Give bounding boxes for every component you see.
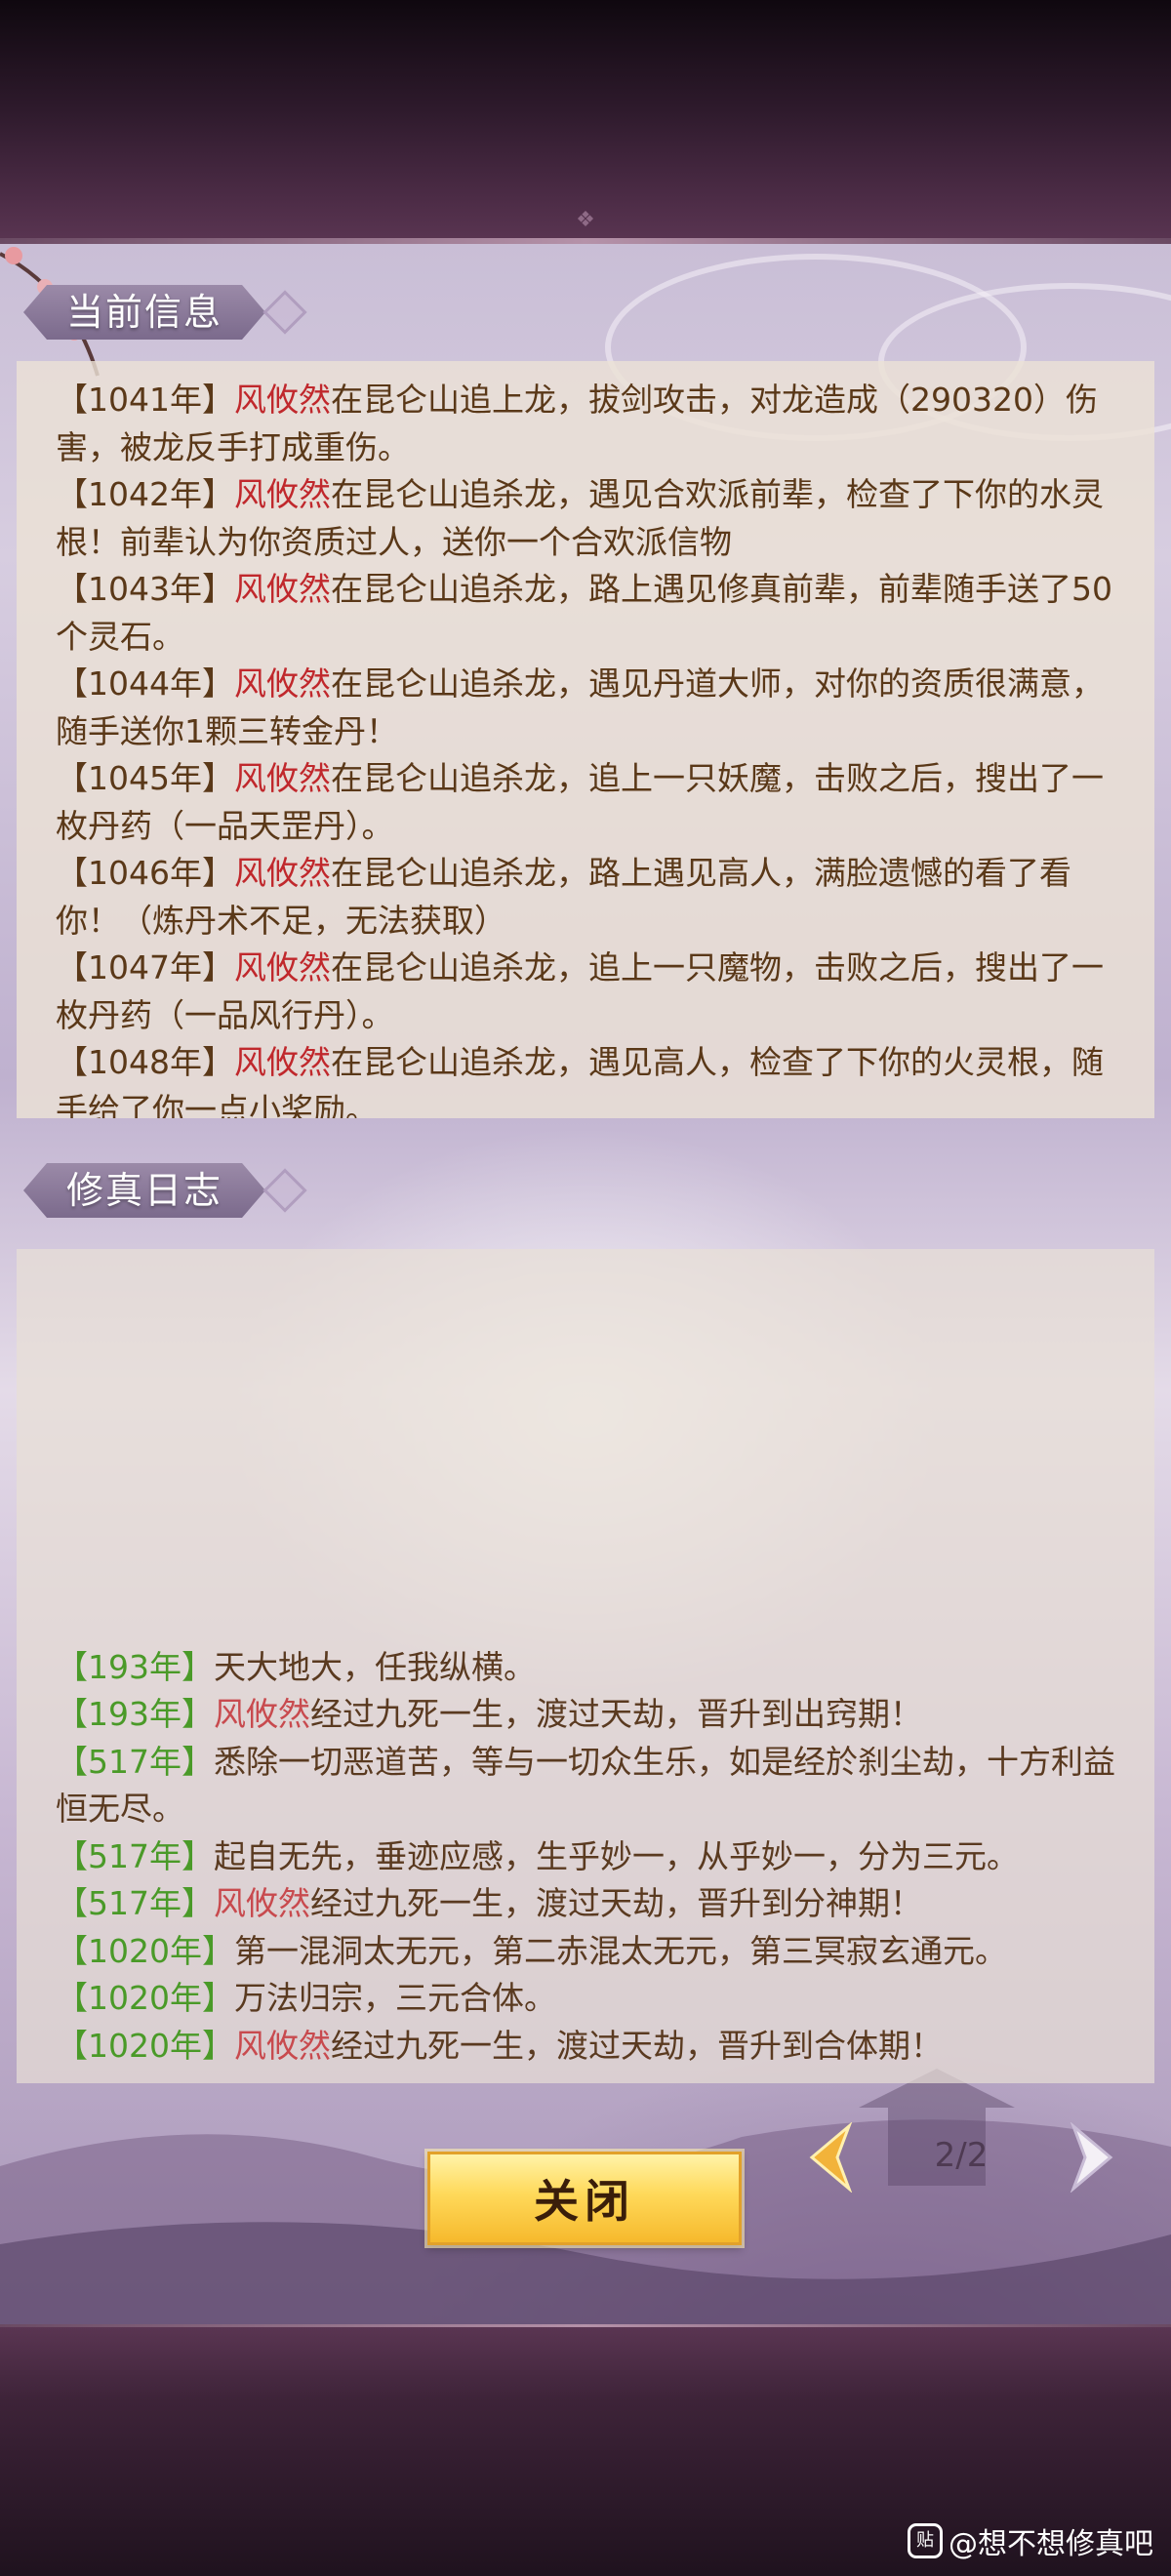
tieba-badge-icon: 贴 <box>908 2523 943 2558</box>
entry-year: 【1044年】 <box>56 664 234 703</box>
entry-year: 【1020年】 <box>56 1931 234 1970</box>
log-entry: 【193年】天大地大，任我纵横。 <box>56 1644 1119 1692</box>
info-section-title: 当前信息 <box>23 285 265 340</box>
character-name: 风攸然 <box>233 854 331 892</box>
entry-text: 第一混洞太无元，第二赤混太无元，第三冥寂玄通元。 <box>233 1931 1007 1970</box>
log-entry: 【1041年】风攸然在昆仑山追上龙，拔剑攻击，对龙造成（290320）伤害，被龙… <box>56 377 1119 471</box>
entry-text: 经过九死一生，渡过天劫，晋升到出窍期！ <box>310 1695 922 1733</box>
entry-year: 【193年】 <box>56 1647 214 1686</box>
page-indicator: 2/2 <box>934 2136 989 2175</box>
entry-year: 【1046年】 <box>56 854 234 892</box>
title-ornament-icon <box>262 290 307 335</box>
entry-year: 【1048年】 <box>56 1043 234 1081</box>
log-section-title: 修真日志 <box>23 1163 265 1218</box>
entry-text: 悉除一切恶道苦，等与一切众生乐，如是经於刹尘劫，十方利益恒无尽。 <box>56 1742 1115 1829</box>
entry-year: 【517年】 <box>56 1884 214 1922</box>
next-page-icon[interactable] <box>1056 2122 1124 2193</box>
top-frame-ornament: ❖ <box>576 208 595 232</box>
entry-text: 起自无先，垂迹应感，生乎妙一，从乎妙一，分为三元。 <box>214 1836 1019 1875</box>
watermark: 贴 @想不想修真吧 <box>908 2521 1153 2561</box>
entry-year: 【1042年】 <box>56 475 234 513</box>
entry-year: 【193年】 <box>56 1695 214 1733</box>
entry-text: 天大地大，任我纵横。 <box>214 1647 536 1686</box>
entry-year: 【1041年】 <box>56 381 234 419</box>
entry-year: 【1045年】 <box>56 759 234 797</box>
character-name: 风攸然 <box>233 475 331 513</box>
entry-year: 【517年】 <box>56 1742 214 1781</box>
info-section-header: 当前信息 <box>23 283 307 342</box>
log-entry: 【193年】风攸然经过九死一生，渡过天劫，晋升到出窍期！ <box>56 1691 1119 1739</box>
entry-year: 【1020年】 <box>56 1979 234 2017</box>
title-ornament-icon <box>262 1168 307 1213</box>
entry-year: 【1043年】 <box>56 570 234 608</box>
entry-text: 万法归宗，三元合体。 <box>233 1979 556 2017</box>
log-entry: 【1044年】风攸然在昆仑山追杀龙，遇见丹道大师，对你的资质很满意，随手送你1颗… <box>56 661 1119 755</box>
log-entry: 【1020年】第一混洞太无元，第二赤混太无元，第三冥寂玄通元。 <box>56 1928 1119 1976</box>
info-entry-list: 【1041年】风攸然在昆仑山追上龙，拔剑攻击，对龙造成（290320）伤害，被龙… <box>56 377 1119 1118</box>
log-entry: 【1020年】万法归宗，三元合体。 <box>56 1975 1119 2023</box>
character-name: 风攸然 <box>233 948 331 986</box>
entry-year: 【1047年】 <box>56 948 234 986</box>
character-name: 风攸然 <box>233 664 331 703</box>
character-name: 风攸然 <box>233 570 331 608</box>
log-entry: 【1046年】风攸然在昆仑山追杀龙，路上遇见高人，满脸遗憾的看了看你！（炼丹术不… <box>56 850 1119 945</box>
entry-text: 经过九死一生，渡过天劫，晋升到分神期！ <box>310 1884 922 1922</box>
entry-year: 【517年】 <box>56 1836 214 1875</box>
log-entry: 【1047年】风攸然在昆仑山追杀龙，追上一只魔物，击败之后，搜出了一枚丹药（一品… <box>56 945 1119 1039</box>
log-entry: 【1043年】风攸然在昆仑山追杀龙，路上遇见修真前辈，前辈随手送了50个灵石。 <box>56 566 1119 661</box>
log-entry: 【517年】悉除一切恶道苦，等与一切众生乐，如是经於刹尘劫，十方利益恒无尽。 <box>56 1739 1119 1833</box>
log-entry: 【1020年】风攸然经过九死一生，渡过天劫，晋升到合体期！ <box>56 2023 1119 2071</box>
character-name: 风攸然 <box>233 759 331 797</box>
log-section-header: 修真日志 <box>23 1161 307 1220</box>
log-entry: 【1042年】风攸然在昆仑山追杀龙，遇见合欢派前辈，检查了下你的水灵根！前辈认为… <box>56 471 1119 566</box>
close-button[interactable]: 关闭 <box>427 2152 742 2245</box>
cultivation-log-box[interactable]: 【193年】天大地大，任我纵横。 【193年】风攸然经过九死一生，渡过天劫，晋升到… <box>17 1249 1154 2083</box>
log-entry: 【517年】起自无先，垂迹应感，生乎妙一，从乎妙一，分为三元。 <box>56 1833 1119 1881</box>
info-log-box[interactable]: 【1041年】风攸然在昆仑山追上龙，拔剑攻击，对龙造成（290320）伤害，被龙… <box>17 361 1154 1118</box>
entry-year: 【1020年】 <box>56 2026 234 2065</box>
log-entry: 【517年】风攸然经过九死一生，渡过天劫，晋升到分神期！ <box>56 1880 1119 1928</box>
character-name: 风攸然 <box>233 2026 331 2065</box>
watermark-text: @想不想修真吧 <box>949 2527 1153 2561</box>
character-name: 风攸然 <box>233 381 331 419</box>
log-entry: 【1045年】风攸然在昆仑山追杀龙，追上一只妖魔，击败之后，搜出了一枚丹药（一品… <box>56 755 1119 850</box>
log-entry: 【1048年】风攸然在昆仑山追杀龙，遇见高人，检查了下你的火灵根，随手给了你一点… <box>56 1039 1119 1118</box>
character-name: 风攸然 <box>233 1043 331 1081</box>
prev-page-icon[interactable] <box>798 2122 867 2193</box>
log-entry-list: 【193年】天大地大，任我纵横。 【193年】风攸然经过九死一生，渡过天劫，晋升到… <box>56 1644 1119 2071</box>
entry-text: 经过九死一生，渡过天劫，晋升到合体期！ <box>330 2026 943 2065</box>
character-name: 风攸然 <box>214 1884 310 1922</box>
character-name: 风攸然 <box>214 1695 310 1733</box>
